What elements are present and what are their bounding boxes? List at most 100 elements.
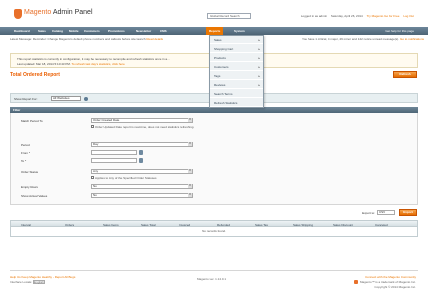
actual-values-select[interactable]: No: [91, 193, 193, 198]
filter-row-match-period: Match Period To Order Created Date: [11, 118, 419, 124]
chevron-right-icon: ▸: [258, 38, 260, 42]
latest-message-prefix: Latest Message:: [10, 37, 33, 41]
export-button[interactable]: Export: [399, 209, 417, 216]
menu-item-search-terms[interactable]: Search Terms: [210, 91, 263, 98]
refresh-button[interactable]: Refresh: [393, 71, 417, 78]
logo-suffix: Admin Panel: [52, 9, 93, 16]
read-details-link[interactable]: Read details: [146, 37, 163, 41]
menu-item-products[interactable]: Products ▸: [210, 55, 263, 62]
nav-dashboard[interactable]: Dashboard: [14, 27, 30, 35]
from-label: From *: [21, 151, 30, 155]
trademark-text: Magento™ is a trademark of Magento Inc.: [359, 280, 416, 284]
nav-promotions[interactable]: Promotions: [108, 27, 125, 35]
from-date-input[interactable]: [91, 150, 137, 155]
nav-mobile[interactable]: Mobile: [69, 27, 79, 35]
latest-message-text: Reminder: Change Magento's default phone…: [32, 37, 146, 41]
footer-right: Connect with the Magento Community Magen…: [354, 275, 416, 290]
go-to-notifications-link[interactable]: Go to notifications: [400, 37, 424, 41]
chevron-right-icon: ▸: [258, 65, 260, 69]
header-user-info: Logged in as admin Saturday, April 26, 2…: [298, 14, 414, 18]
header: Magento Admin Panel Global Record Search…: [0, 0, 428, 27]
menu-item-label: Tags: [214, 74, 221, 78]
filter-row-to: To *: [11, 158, 419, 164]
menu-item-customers[interactable]: Customers ▸: [210, 64, 263, 71]
calendar-icon[interactable]: [139, 158, 143, 163]
nav-newsletter[interactable]: Newsletter: [136, 27, 151, 35]
nav-catalog[interactable]: Catalog: [52, 27, 63, 35]
menu-item-reviews[interactable]: Reviews ▸: [210, 82, 263, 89]
calendar-icon[interactable]: [139, 150, 143, 155]
page-title: Total Ordered Report: [10, 72, 60, 78]
unread-messages-text: You have 1 critical, 4 major, 49 minor a…: [302, 37, 400, 41]
last-updated-text: Last updated: Mar 18, 2014 5:10:43 PM.: [17, 62, 71, 66]
locale-select[interactable]: English: [33, 280, 46, 285]
logo-text[interactable]: Magento Admin Panel: [24, 9, 93, 16]
nav-system[interactable]: System: [234, 27, 245, 35]
export-format-select[interactable]: CSV: [377, 210, 395, 215]
reports-dropdown-menu: Sales ▸ Shopping Cart ▸ Products ▸ Customer…: [209, 35, 264, 108]
refresh-stats-link[interactable]: To refresh last day's statistics, click …: [71, 62, 124, 66]
order-status-note: Applies to Any of the Specified Order St…: [95, 176, 157, 180]
menu-item-label: Shopping Cart: [214, 47, 234, 51]
nav-cms[interactable]: CMS: [160, 27, 167, 35]
empty-rows-label: Empty Rows: [21, 185, 38, 189]
notice-line-1: This report statistics is currently in c…: [17, 57, 170, 61]
filter-row-from: From *: [11, 150, 419, 156]
to-label: To *: [21, 159, 27, 163]
nav-customers[interactable]: Customers: [84, 27, 100, 35]
order-status-label: Order Status: [21, 170, 39, 174]
filter-form: Match Period To Order Created Date Order…: [10, 113, 418, 205]
notice-line-2: Last updated: Mar 18, 2014 5:10:43 PM. T…: [17, 62, 125, 66]
to-date-input[interactable]: [91, 158, 137, 163]
menu-item-label: Customers: [214, 65, 229, 69]
order-status-checkbox[interactable]: [91, 176, 94, 179]
logo-name: Magento: [24, 9, 52, 16]
menu-item-refresh-statistics[interactable]: Refresh Statistics: [210, 100, 263, 107]
chevron-right-icon: ▸: [258, 83, 260, 87]
unread-messages: You have 1 critical, 4 major, 49 minor a…: [302, 36, 424, 42]
help-icon[interactable]: [84, 97, 88, 101]
store-switcher-label: Show Report For:: [14, 97, 38, 101]
locale-row: Interface Locale: English: [10, 280, 75, 285]
filter-row-period: Period Day: [11, 142, 419, 148]
footer-left: Help Us Keep Magento Healthy - Report Al…: [10, 275, 75, 285]
order-status-select[interactable]: Any: [91, 169, 193, 174]
actual-values-label: Show Actual Values: [21, 194, 48, 198]
magento-version: Magento ver. 1.14.0.1: [197, 277, 227, 281]
export-label: Export to:: [362, 211, 375, 215]
global-search-input[interactable]: Global Record Search: [207, 13, 251, 19]
period-select[interactable]: Day: [91, 142, 193, 147]
magento-logo-icon[interactable]: [14, 9, 22, 19]
period-label: Period: [21, 143, 30, 147]
filter-row-actual-values: Show Actual Values No: [11, 193, 419, 199]
match-period-label: Match Period To: [21, 119, 43, 123]
main-nav: Dashboard Sales Catalog Mobile Customers…: [0, 27, 428, 35]
menu-item-shopping-cart[interactable]: Shopping Cart ▸: [210, 46, 263, 53]
grid-header: Interval Orders Sales Items Sales Total …: [10, 220, 418, 227]
menu-item-label: Search Terms: [214, 92, 233, 96]
menu-item-tags[interactable]: Tags ▸: [210, 73, 263, 80]
logged-in-text: Logged in as admin: [300, 14, 328, 18]
logout-link[interactable]: Log Out: [403, 14, 414, 18]
header-date: Saturday, April 26, 2014: [330, 14, 363, 18]
chevron-right-icon: ▸: [258, 47, 260, 51]
match-period-note-checkbox[interactable]: [91, 125, 94, 128]
match-period-select[interactable]: Order Created Date: [91, 118, 193, 123]
grid-export: Export to: CSV Export: [317, 209, 417, 216]
store-select[interactable]: All Websites: [51, 96, 81, 101]
menu-item-label: Sales: [214, 38, 222, 42]
try-magento-go-link[interactable]: Try Magento Go for Free: [367, 14, 400, 18]
grid-empty-row: No records found.: [10, 227, 418, 237]
magento-small-logo-icon: [354, 280, 359, 285]
copyright-text: Copyright © 2014 Magento Inc.: [374, 285, 416, 289]
menu-item-label: Products: [214, 56, 226, 60]
menu-item-sales[interactable]: Sales ▸: [210, 37, 263, 44]
get-help-link[interactable]: Get help for this page: [385, 27, 414, 35]
nav-sales[interactable]: Sales: [38, 27, 46, 35]
filter-row-empty-rows: Empty Rows No: [11, 184, 419, 190]
nav-reports[interactable]: Reports: [206, 27, 224, 35]
chevron-right-icon: ▸: [258, 56, 260, 60]
chevron-right-icon: ▸: [258, 74, 260, 78]
empty-rows-select[interactable]: No: [91, 184, 193, 189]
menu-item-label: Reviews: [214, 83, 226, 87]
